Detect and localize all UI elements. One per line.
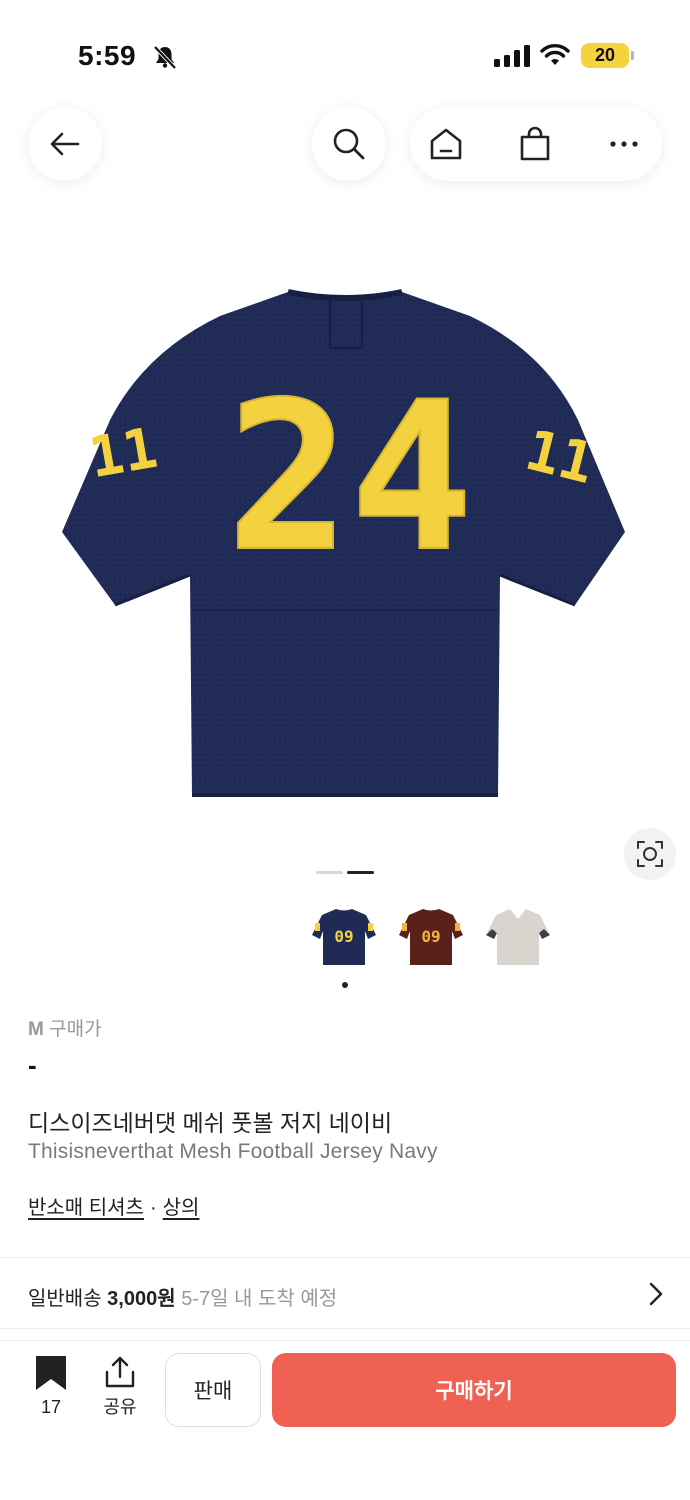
thumbnail-number: 09 [421, 927, 440, 946]
cellular-signal-icon [494, 45, 530, 67]
jersey-thumbnail-brown: 09 [399, 909, 463, 965]
image-search-button[interactable] [624, 828, 676, 880]
jersey-sleeve-number-left: 11 [84, 416, 162, 492]
category-link-tops[interactable]: 상의 [163, 1197, 200, 1219]
bookmark-button[interactable]: 17 [30, 1355, 72, 1418]
share-label: 공유 [103, 1397, 137, 1417]
thumbnail-brown[interactable]: 09 [397, 905, 465, 969]
nav-action-group [410, 107, 662, 181]
category-separator: · [149, 1197, 157, 1219]
more-button[interactable] [606, 126, 642, 162]
category-link-short-sleeve[interactable]: 반소매 티셔츠 [28, 1197, 144, 1219]
search-button[interactable] [312, 107, 386, 181]
more-horizontal-icon [610, 141, 638, 147]
shopping-bag-icon [520, 126, 550, 161]
shipping-price: 3,000원 [107, 1288, 176, 1310]
arrow-left-icon [50, 132, 80, 156]
product-title-ko: 디스이즈네버댓 메쉬 풋볼 저지 네이비 [28, 1110, 393, 1136]
shipping-text: 일반배송 3,000원 5-7일 내 도착 예정 [28, 1282, 337, 1311]
divider [0, 1257, 690, 1258]
search-icon [333, 128, 365, 160]
thumbnail-selected-indicator [342, 982, 348, 988]
status-bar: 5:59 20 [0, 0, 690, 100]
bookmark-icon [36, 1356, 66, 1390]
thumbnail-number: 09 [334, 927, 353, 946]
jersey-thumbnail-navy: 09 [312, 909, 376, 965]
divider [0, 1328, 690, 1329]
back-button[interactable] [28, 107, 102, 181]
size-price-label: M 구매가 [28, 1014, 102, 1041]
pager-dot-1 [316, 871, 343, 874]
shipping-eta: 5-7일 내 도착 예정 [181, 1288, 338, 1310]
share-button[interactable]: 공유 [98, 1355, 142, 1419]
buy-button[interactable]: 구매하기 [272, 1353, 676, 1427]
battery-indicator: 20 [581, 43, 634, 68]
bag-button[interactable] [517, 126, 553, 162]
product-title-en: Thisisneverthat Mesh Football Jersey Nav… [28, 1140, 438, 1163]
wifi-icon [540, 44, 570, 65]
home-icon [430, 128, 462, 160]
bottom-action-bar: 17 공유 판매 구매하기 [0, 1340, 690, 1500]
shipping-row[interactable]: 일반배송 3,000원 5-7일 내 도착 예정 [0, 1262, 690, 1326]
product-image[interactable]: 24 11 11 [0, 240, 690, 860]
home-button[interactable] [428, 126, 464, 162]
bookmark-count: 17 [40, 1397, 62, 1417]
sell-button[interactable]: 판매 [165, 1353, 261, 1427]
price-label: 구매가 [49, 1019, 102, 1040]
jersey-front-number: 24 [227, 359, 474, 597]
status-time: 5:59 [78, 40, 137, 71]
price-value: - [28, 1050, 37, 1080]
pager-dot-2-active [347, 871, 374, 874]
chevron-right-icon [649, 1282, 663, 1306]
camera-scan-icon [637, 841, 663, 867]
selected-size: M [28, 1019, 44, 1040]
jersey-thumbnail-grey [486, 909, 550, 965]
thumbnail-navy[interactable]: 09 [310, 905, 378, 969]
shipping-label: 일반배송 [28, 1288, 102, 1310]
bell-muted-icon [153, 45, 177, 70]
category-breadcrumb: 반소매 티셔츠 · 상의 [28, 1191, 199, 1220]
share-icon [105, 1356, 135, 1388]
thumbnail-grey[interactable] [484, 905, 552, 969]
